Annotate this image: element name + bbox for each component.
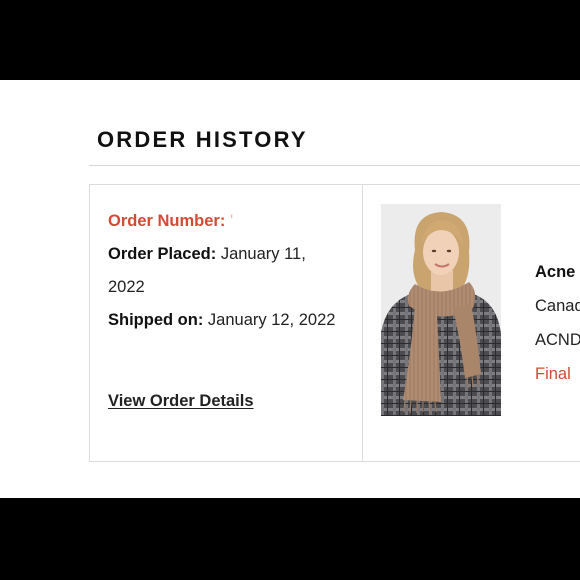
order-placed-label: Order Placed: xyxy=(108,245,217,263)
product-brand[interactable]: Acne xyxy=(535,255,580,289)
shipped-on-label: Shipped on: xyxy=(108,311,204,329)
shipped-on-value: January 12, 2022 xyxy=(207,311,336,329)
order-history-page: ORDER HISTORY Order Number: ' Order Plac… xyxy=(0,80,580,498)
final-sale-label: Final xyxy=(535,365,571,383)
title-divider xyxy=(89,165,580,166)
order-number-row: Order Number: ' xyxy=(108,205,338,238)
product-code: ACND xyxy=(535,331,580,349)
product-name: Canad xyxy=(535,297,580,315)
page-title: ORDER HISTORY xyxy=(97,127,308,152)
order-info: Order Number: ' Order Placed: January 11… xyxy=(108,205,338,337)
order-card: Order Number: ' Order Placed: January 11… xyxy=(89,184,580,462)
card-divider xyxy=(362,185,363,461)
shipped-on-row: Shipped on: January 12, 2022 xyxy=(108,304,338,337)
product-info: Acne Canad ACND Final xyxy=(535,255,580,391)
order-placed-row: Order Placed: January 11, 2022 xyxy=(108,238,338,304)
product-photo xyxy=(381,204,501,416)
order-number-label: Order Number: xyxy=(108,212,226,230)
product-image[interactable] xyxy=(381,204,501,416)
view-order-details-link[interactable]: View Order Details xyxy=(108,392,254,411)
order-number-value: ' xyxy=(229,212,234,230)
